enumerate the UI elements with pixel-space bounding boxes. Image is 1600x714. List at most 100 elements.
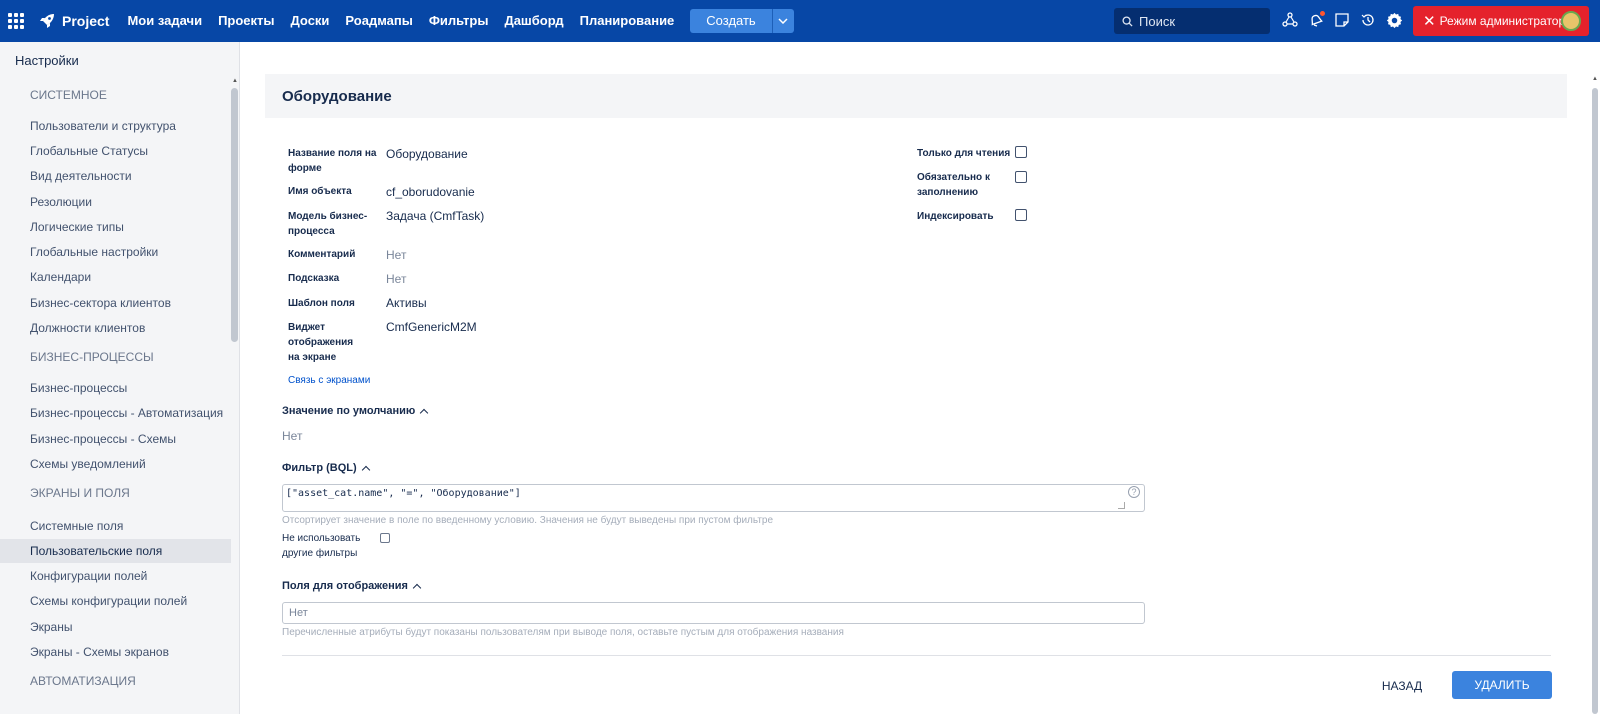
sidebar-item-client-positions[interactable]: Должности клиентов <box>0 316 231 340</box>
display-fields-input[interactable]: Нет <box>282 602 1145 624</box>
display-fields-section-toggle[interactable]: Поля для отображения <box>282 580 422 592</box>
sidebar-item-business-processes[interactable]: Бизнес-процессы <box>0 376 231 400</box>
sidebar-item-bp-automation[interactable]: Бизнес-процессы - Автоматизация <box>0 401 231 425</box>
back-button[interactable]: НАЗАД <box>1374 674 1430 698</box>
field-label-template: Шаблон поля <box>288 298 355 309</box>
field-value-object-name: cf_oborudovanie <box>386 185 475 199</box>
scroll-up-arrow[interactable]: ▲ <box>232 78 238 84</box>
field-label-bp-model: Модель бизнес-процесса <box>288 211 368 237</box>
sidebar-section-business-processes: БИЗНЕС-ПРОЦЕССЫ <box>30 350 154 364</box>
notification-dot <box>1320 11 1325 16</box>
sidebar-item-notification-schemes[interactable]: Схемы уведомлений <box>0 452 231 476</box>
app-switcher-icon[interactable] <box>4 9 28 33</box>
sidebar-item-custom-fields[interactable]: Пользовательские поля <box>0 539 231 563</box>
flag-label-required: Обязательно к заполнению <box>917 172 990 198</box>
rocket-icon <box>40 14 54 28</box>
sidebar-item-screen-schemes[interactable]: Экраны - Схемы экранов <box>0 640 231 664</box>
delete-button[interactable]: УДАЛИТЬ <box>1452 671 1552 699</box>
display-fields-hint: Перечисленные атрибуты будут показаны по… <box>282 627 844 638</box>
filter-section-title: Фильтр (BQL) <box>282 462 357 474</box>
create-dropdown-button[interactable] <box>771 9 794 33</box>
divider <box>282 655 1551 656</box>
sidebar-item-business-sectors[interactable]: Бизнес-сектора клиентов <box>0 291 231 315</box>
field-label-hint: Подсказка <box>288 273 340 284</box>
required-checkbox[interactable] <box>1015 171 1027 183</box>
nav-filters[interactable]: Фильтры <box>421 0 497 42</box>
field-value-template: Активы <box>386 296 427 310</box>
flag-label-readonly: Только для чтения <box>917 148 1011 159</box>
sidebar-item-resolutions[interactable]: Резолюции <box>0 190 231 214</box>
screens-link[interactable]: Связь с экранами <box>288 375 370 386</box>
search-icon <box>1122 15 1133 27</box>
main-nav: Мои задачи Проекты Доски Роадмапы Фильтр… <box>119 0 682 42</box>
nav-dashboard[interactable]: Дашборд <box>496 0 571 42</box>
admin-mode-label: Режим администратора <box>1439 14 1572 28</box>
admin-mode-button[interactable]: ✕ Режим администратора <box>1413 6 1589 36</box>
default-value-section-toggle[interactable]: Значение по умолчанию <box>282 405 429 417</box>
sidebar-scrollbar[interactable] <box>231 88 238 342</box>
chevron-up-icon <box>420 408 429 417</box>
search-placeholder: Поиск <box>1139 13 1176 29</box>
field-value-hint: Нет <box>386 272 407 286</box>
close-icon: ✕ <box>1423 13 1436 30</box>
indexed-checkbox[interactable] <box>1015 209 1027 221</box>
sidebar-item-activity-type[interactable]: Вид деятельности <box>0 164 231 188</box>
no-other-filters-checkbox[interactable] <box>380 533 390 543</box>
chevron-up-icon <box>412 583 422 592</box>
sidebar-section-automation: АВТОМАТИЗАЦИЯ <box>30 674 136 688</box>
main-scrollbar[interactable] <box>1592 88 1598 714</box>
sidebar-item-calendars[interactable]: Календари <box>0 265 231 289</box>
nav-projects[interactable]: Проекты <box>210 0 282 42</box>
logo-text: Project <box>62 13 110 29</box>
sidebar-section-system: СИСТЕМНОЕ <box>30 88 107 102</box>
field-label-form-name: Название поля на форме <box>288 148 377 174</box>
history-icon[interactable] <box>1359 11 1377 29</box>
page-title: Оборудование <box>282 88 392 105</box>
avatar[interactable] <box>1561 11 1581 31</box>
resize-handle[interactable] <box>1118 502 1125 509</box>
notifications-icon[interactable] <box>1307 11 1325 29</box>
sidebar-item-system-fields[interactable]: Системные поля <box>0 514 231 538</box>
field-value-comment: Нет <box>386 248 407 262</box>
create-button: Создать <box>690 9 794 33</box>
notes-icon[interactable] <box>1333 11 1351 29</box>
sidebar-item-field-configurations[interactable]: Конфигурации полей <box>0 564 231 588</box>
filter-section-toggle[interactable]: Фильтр (BQL) <box>282 462 370 474</box>
field-label-object-name: Имя объекта <box>288 186 352 197</box>
network-icon[interactable] <box>1281 11 1299 29</box>
nav-my-tasks[interactable]: Мои задачи <box>119 0 210 42</box>
gear-icon[interactable] <box>1385 11 1403 29</box>
sidebar-item-bp-schemes[interactable]: Бизнес-процессы - Схемы <box>0 427 231 451</box>
field-value-widget: CmfGenericM2M <box>386 320 477 334</box>
filter-hint: Отсортирует значение в поле по введенном… <box>282 515 774 526</box>
no-other-filters-label: Не использовать другие фильтры <box>282 533 361 559</box>
sidebar-item-global-statuses[interactable]: Глобальные Статусы <box>0 139 231 163</box>
flag-label-indexed: Индексировать <box>917 211 994 222</box>
field-label-widget: Виджет отображения на экране <box>288 322 354 363</box>
sidebar-item-screens[interactable]: Экраны <box>0 615 231 639</box>
logo[interactable]: Project <box>38 12 109 30</box>
nav-planning[interactable]: Планирование <box>572 0 683 42</box>
field-value-form-name: Оборудование <box>386 147 468 161</box>
sidebar-item-field-config-schemes[interactable]: Схемы конфигурации полей <box>0 589 231 613</box>
top-icons <box>1281 11 1403 29</box>
filter-bql-textarea[interactable]: ["asset_cat.name", "=", "Оборудование"] <box>282 484 1145 512</box>
default-value-title: Значение по умолчанию <box>282 405 416 417</box>
settings-sidebar: Настройки СИСТЕМНОЕ Пользователи и струк… <box>0 42 240 714</box>
readonly-checkbox[interactable] <box>1015 146 1027 158</box>
display-fields-title: Поля для отображения <box>282 580 408 592</box>
nav-boards[interactable]: Доски <box>283 0 338 42</box>
sidebar-item-global-settings[interactable]: Глобальные настройки <box>0 240 231 264</box>
create-button-label[interactable]: Создать <box>690 9 771 33</box>
sidebar-item-users[interactable]: Пользователи и структура <box>0 114 231 138</box>
sidebar-item-logical-types[interactable]: Логические типы <box>0 215 231 239</box>
card-header <box>265 74 1567 118</box>
search-input[interactable]: Поиск <box>1114 8 1270 34</box>
help-icon[interactable]: ? <box>1128 486 1140 498</box>
nav-roadmaps[interactable]: Роадмапы <box>337 0 420 42</box>
chevron-up-icon <box>361 465 370 474</box>
sidebar-title: Настройки <box>15 53 79 68</box>
sidebar-section-screens-fields: ЭКРАНЫ И ПОЛЯ <box>30 486 130 500</box>
scroll-up-arrow[interactable]: ▲ <box>1592 76 1598 82</box>
field-value-bp-model: Задача (CmfTask) <box>386 209 485 223</box>
